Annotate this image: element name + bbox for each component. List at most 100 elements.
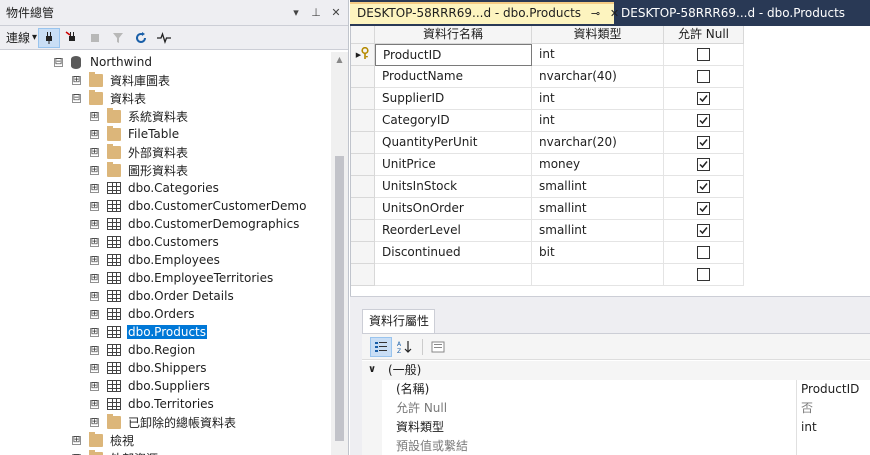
row-selector[interactable] (351, 176, 375, 198)
alphabetical-icon[interactable]: AZ (394, 337, 416, 357)
tree-node[interactable]: ⊞外部資源 (72, 449, 159, 455)
expand-icon[interactable]: ⊞ (90, 327, 99, 337)
data-type-cell[interactable]: nvarchar(20) (532, 132, 664, 154)
expand-icon[interactable]: ⊞ (90, 147, 99, 157)
row-selector[interactable] (351, 154, 375, 176)
expand-icon[interactable]: ⊞ (90, 291, 99, 301)
allow-null-checkbox[interactable] (697, 48, 710, 61)
connect-plug-icon[interactable] (38, 27, 61, 48)
expand-icon[interactable]: ⊞ (90, 273, 99, 283)
column-name-cell[interactable]: Discontinued (375, 242, 532, 264)
row-selector[interactable] (351, 198, 375, 220)
tree-node[interactable]: ⊞ 圖形資料表 (90, 161, 189, 179)
column-name-cell[interactable]: UnitPrice (375, 154, 532, 176)
expand-icon[interactable]: ⊞ (90, 363, 99, 373)
property-value[interactable]: ProductID (796, 380, 870, 399)
column-name-cell[interactable]: ProductName (375, 66, 532, 88)
allow-null-checkbox[interactable] (697, 136, 710, 149)
connect-button[interactable]: 連線 ▾ (6, 28, 37, 48)
tab-column-properties[interactable]: 資料行屬性 (362, 309, 435, 333)
allow-null-checkbox[interactable] (697, 268, 710, 281)
expand-icon[interactable]: ⊞ (90, 183, 99, 193)
pane-splitter[interactable] (350, 296, 870, 305)
property-value[interactable] (796, 437, 870, 455)
expand-icon[interactable]: ⊞ (90, 345, 99, 355)
tree-node[interactable]: ⊞ dbo.CustomerDemographics (90, 215, 300, 233)
column-name-cell[interactable]: QuantityPerUnit (375, 132, 532, 154)
data-type-cell[interactable]: int (532, 88, 664, 110)
tree-node[interactable]: ⊞ dbo.CustomerCustomerDemo (90, 197, 307, 215)
tree-node[interactable]: ⊟ 資料表 (72, 89, 147, 107)
tree-node[interactable]: ⊞ dbo.Orders (90, 305, 196, 323)
allow-null-checkbox[interactable] (697, 92, 710, 105)
column-name-cell[interactable]: ReorderLevel (375, 220, 532, 242)
allow-null-checkbox[interactable] (697, 114, 710, 127)
tree-node[interactable]: ⊞ 檢視 (72, 431, 135, 449)
tab-products-data[interactable]: DESKTOP-58RRR69...d - dbo.Products (614, 2, 870, 24)
collapse-icon[interactable]: ⊟ (54, 57, 63, 67)
data-type-cell[interactable]: nvarchar(40) (532, 66, 664, 88)
row-selector[interactable] (351, 242, 375, 264)
column-name-cell[interactable]: UnitsOnOrder (375, 198, 532, 220)
row-selector[interactable] (351, 132, 375, 154)
activity-monitor-icon[interactable] (153, 28, 175, 48)
tree-node[interactable]: ⊞ dbo.Products (90, 323, 208, 341)
allow-null-checkbox[interactable] (697, 180, 710, 193)
allow-null-checkbox[interactable] (697, 202, 710, 215)
tree-node[interactable]: ⊟ Northwind (54, 53, 153, 71)
expand-icon[interactable]: ⊞ (90, 399, 99, 409)
tree-node[interactable]: ⊞ dbo.Order Details (90, 287, 235, 305)
expand-icon[interactable]: ⊞ (72, 435, 81, 445)
scroll-up-icon[interactable]: ▲ (331, 52, 348, 68)
expand-icon[interactable]: ⊞ (90, 237, 99, 247)
column-name-cell[interactable]: UnitsInStock (375, 176, 532, 198)
allow-null-checkbox[interactable] (697, 158, 710, 171)
data-type-cell[interactable]: smallint (532, 198, 664, 220)
row-selector[interactable] (351, 66, 375, 88)
data-type-cell[interactable]: smallint (532, 220, 664, 242)
scrollbar-thumb[interactable] (335, 156, 344, 441)
property-row[interactable]: 允許 Null 否 (362, 399, 870, 418)
row-selector[interactable] (351, 110, 375, 132)
close-icon[interactable]: ✕ (328, 6, 344, 19)
expand-icon[interactable]: ⊞ (90, 165, 99, 175)
row-selector[interactable] (351, 264, 375, 286)
data-type-cell[interactable] (532, 264, 664, 286)
expand-icon[interactable]: ⊞ (90, 309, 99, 319)
data-type-cell[interactable]: int (532, 110, 664, 132)
row-selector[interactable] (351, 220, 375, 242)
property-category[interactable]: ∨ (一般) (362, 361, 870, 380)
expand-icon[interactable]: ⊞ (90, 219, 99, 229)
column-name-cell[interactable] (375, 264, 532, 286)
property-value[interactable]: int (796, 418, 870, 437)
expand-icon[interactable]: ⊞ (90, 417, 99, 427)
tree-node[interactable]: ⊞ dbo.Shippers (90, 359, 208, 377)
property-value[interactable]: 否 (796, 399, 870, 418)
expand-icon[interactable]: ⊞ (90, 381, 99, 391)
column-name-cell[interactable]: SupplierID (375, 88, 532, 110)
column-name-cell[interactable]: ProductID (375, 44, 532, 66)
allow-null-checkbox[interactable] (697, 70, 710, 83)
allow-null-checkbox[interactable] (697, 246, 710, 259)
expand-icon[interactable]: ⊞ (90, 255, 99, 265)
row-selector[interactable]: ▶ (351, 44, 375, 66)
tree-node[interactable]: ⊞ dbo.Customers (90, 233, 220, 251)
tab-products-designer[interactable]: DESKTOP-58RRR69...d - dbo.Products ⊸ ✕ (350, 2, 619, 24)
object-explorer-scrollbar[interactable]: ▲ (331, 52, 348, 455)
data-type-cell[interactable]: bit (532, 242, 664, 264)
tree-node[interactable]: ⊞ dbo.Region (90, 341, 196, 359)
categorized-icon[interactable] (370, 336, 392, 357)
column-name-cell[interactable]: CategoryID (375, 110, 532, 132)
tree-node[interactable]: ⊞ dbo.Suppliers (90, 377, 211, 395)
tree-node[interactable]: ⊞ 資料庫圖表 (72, 71, 171, 89)
refresh-icon[interactable] (130, 28, 152, 48)
expand-icon[interactable]: ⊞ (90, 201, 99, 211)
tree-node[interactable]: ⊞ dbo.Employees (90, 251, 221, 269)
tree-node[interactable]: ⊞ dbo.Categories (90, 179, 220, 197)
row-selector[interactable] (351, 88, 375, 110)
data-type-cell[interactable]: money (532, 154, 664, 176)
collapse-icon[interactable]: ⊟ (72, 93, 81, 103)
expand-icon[interactable]: ⊞ (90, 129, 99, 139)
tree-node[interactable]: ⊞ 系統資料表 (90, 107, 189, 125)
tree-node[interactable]: ⊞ dbo.EmployeeTerritories (90, 269, 274, 287)
